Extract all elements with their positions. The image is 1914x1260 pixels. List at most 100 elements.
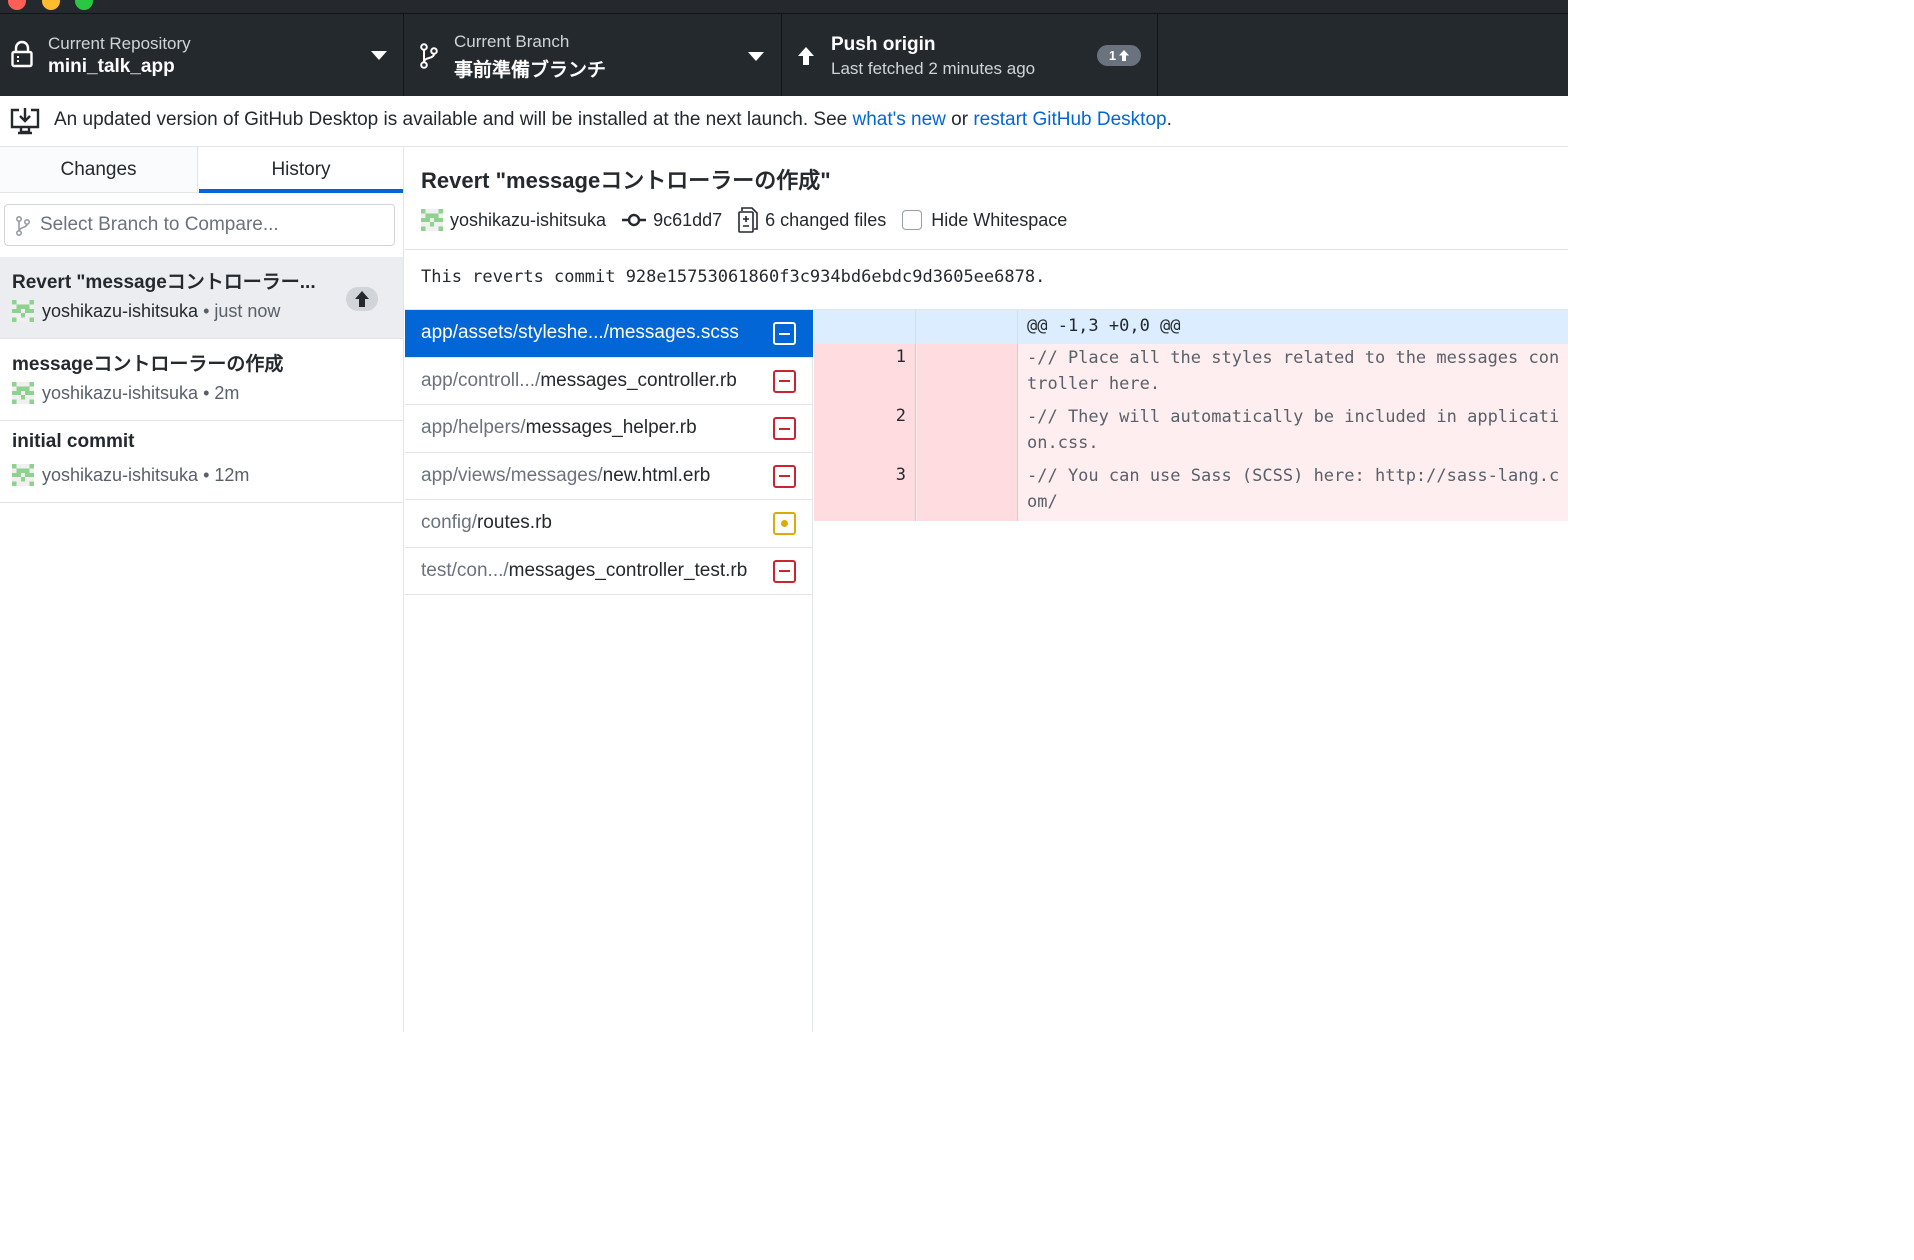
diff-icon bbox=[738, 207, 758, 233]
file-list-item[interactable]: app/controll.../messages_controller.rb bbox=[405, 358, 813, 405]
diff-line-number: 3 bbox=[895, 465, 906, 485]
file-name: routes.rb bbox=[476, 512, 552, 533]
push-origin-button[interactable]: Push origin Last fetched 2 minutes ago 1 bbox=[782, 14, 1158, 96]
file-list-item[interactable]: app/views/messages/new.html.erb bbox=[405, 453, 813, 500]
file-list-item[interactable]: app/helpers/messages_helper.rb bbox=[405, 405, 813, 453]
diff-viewer: @@ -1,3 +0,0 @@ 1 -// Place all the styl… bbox=[814, 310, 1568, 1032]
file-list-item[interactable]: test/con.../messages_controller_test.rb bbox=[405, 548, 813, 595]
diff-line-text: -// You can use Sass (SCSS) here: http:/… bbox=[1027, 466, 1560, 512]
banner-period: . bbox=[1166, 109, 1172, 130]
avatar-identicon bbox=[12, 300, 34, 322]
git-commit-icon bbox=[622, 213, 647, 227]
current-repository-dropdown[interactable]: Current Repository mini_talk_app bbox=[0, 14, 404, 96]
diff-gutter-new bbox=[917, 310, 1018, 344]
file-name: new.html.erb bbox=[602, 464, 711, 486]
file-path: app/controll.../messages_controller.rb bbox=[421, 370, 737, 392]
commit-list-item[interactable]: initial commit yoshikazu-ishitsuka • 12m bbox=[0, 421, 403, 503]
toolbar: Current Repository mini_talk_app Current… bbox=[0, 14, 1568, 96]
diff-line-text: -// Place all the styles related to the … bbox=[1027, 348, 1560, 394]
commit-summary: initial commit bbox=[12, 431, 135, 452]
branch-compare-box bbox=[4, 204, 395, 246]
update-banner-message: An updated version of GitHub Desktop is … bbox=[54, 109, 1172, 131]
arrow-up-icon bbox=[355, 291, 369, 307]
banner-text: An updated version of GitHub Desktop is … bbox=[54, 109, 853, 130]
commit-meta: yoshikazu-ishitsuka • 2m bbox=[12, 381, 239, 405]
window-titlebar bbox=[0, 0, 1568, 14]
avatar-identicon bbox=[421, 209, 443, 231]
tab-changes[interactable]: Changes bbox=[0, 147, 198, 193]
commit-description: This reverts commit 928e15753061860f3c93… bbox=[405, 250, 1568, 310]
push-title: Push origin bbox=[831, 34, 936, 55]
commit-author: yoshikazu-ishitsuka bbox=[42, 382, 199, 403]
file-path: app/helpers/messages_helper.rb bbox=[421, 417, 697, 439]
commit-title: Revert "messageコントローラーの作成" bbox=[421, 168, 831, 193]
diff-gutter-new bbox=[917, 344, 1018, 521]
diff-gutter-old bbox=[814, 344, 916, 521]
commit-list-item[interactable]: Revert "messageコントローラー... yoshikazu-ishi… bbox=[0, 257, 403, 339]
file-list-item[interactable]: config/routes.rb bbox=[405, 500, 813, 548]
hunk-header-text: @@ -1,3 +0,0 @@ bbox=[1027, 316, 1181, 336]
zoom-window-button[interactable] bbox=[75, 0, 93, 10]
diff-line-number: 2 bbox=[895, 406, 906, 426]
commit-sha: 9c61dd7 bbox=[653, 209, 723, 230]
restart-github-desktop-link[interactable]: restart GitHub Desktop bbox=[973, 109, 1166, 130]
sidebar: Changes History Revert "messageコントローラー..… bbox=[0, 147, 404, 1032]
branch-label: Current Branch bbox=[454, 32, 570, 51]
whats-new-link[interactable]: what's new bbox=[852, 109, 945, 130]
caret-down-icon bbox=[371, 51, 387, 60]
commit-list-item[interactable]: messageコントローラーの作成 yoshikazu-ishitsuka • … bbox=[0, 339, 403, 421]
diff-line-number: 1 bbox=[895, 347, 906, 367]
unpushed-indicator bbox=[346, 287, 378, 311]
hide-whitespace-label[interactable]: Hide Whitespace bbox=[931, 210, 1067, 231]
commit-description-text: This reverts commit 928e15753061860f3c93… bbox=[421, 267, 1046, 287]
file-dir: app/assets/styleshe.../ bbox=[421, 322, 609, 343]
commit-time: • just now bbox=[203, 300, 281, 321]
avatar-identicon bbox=[12, 382, 34, 404]
file-name: messages_helper.rb bbox=[525, 417, 697, 438]
arrow-up-icon bbox=[1119, 50, 1130, 61]
desktop-download-icon bbox=[10, 108, 40, 135]
diff-hunk-header[interactable]: @@ -1,3 +0,0 @@ bbox=[814, 310, 1568, 344]
git-branch-icon bbox=[16, 216, 30, 236]
commit-meta: yoshikazu-ishitsuka • just now bbox=[12, 299, 280, 323]
caret-down-icon bbox=[748, 52, 764, 61]
commit-summary-header: Revert "messageコントローラーの作成" yoshikazu-ish… bbox=[405, 147, 1568, 250]
changed-files-count: 6 changed files bbox=[765, 209, 887, 230]
update-banner: An updated version of GitHub Desktop is … bbox=[0, 96, 1568, 147]
commit-summary: messageコントローラーの作成 bbox=[12, 354, 284, 375]
commit-author: yoshikazu-ishitsuka bbox=[450, 209, 607, 230]
push-count-badge: 1 bbox=[1097, 45, 1141, 66]
file-dir: app/helpers/ bbox=[421, 417, 526, 438]
current-branch-dropdown[interactable]: Current Branch 事前準備ブランチ bbox=[404, 14, 782, 96]
sidebar-tabs: Changes History bbox=[0, 147, 403, 193]
file-deleted-icon bbox=[773, 559, 796, 583]
file-list-item[interactable]: app/assets/styleshe.../messages.scss bbox=[405, 310, 813, 358]
diff-deleted-block: 1 -// Place all the styles related to th… bbox=[814, 344, 1568, 521]
banner-or: or bbox=[945, 109, 974, 130]
file-deleted-icon bbox=[773, 464, 796, 488]
push-count: 1 bbox=[1108, 48, 1117, 63]
commit-author: yoshikazu-ishitsuka bbox=[42, 464, 199, 485]
file-dir: config/ bbox=[421, 512, 477, 533]
branch-name: 事前準備ブランチ bbox=[454, 60, 607, 81]
hide-whitespace-checkbox[interactable] bbox=[902, 210, 923, 230]
file-name: messages_controller_test.rb bbox=[508, 559, 748, 581]
minimize-window-button[interactable] bbox=[42, 0, 60, 10]
commit-summary: Revert "messageコントローラー... bbox=[12, 272, 316, 293]
commit-metadata: yoshikazu-ishitsuka 9c61dd7 6 changed fi… bbox=[421, 207, 1067, 233]
commit-author: yoshikazu-ishitsuka bbox=[42, 300, 199, 321]
commit-time: • 12m bbox=[203, 464, 250, 485]
git-branch-icon bbox=[420, 43, 438, 69]
file-path: app/views/messages/new.html.erb bbox=[421, 465, 710, 487]
file-dir: app/controll.../ bbox=[421, 369, 541, 391]
compare-branch-input[interactable] bbox=[40, 205, 380, 245]
arrow-up-icon bbox=[798, 47, 814, 65]
file-name: messages.scss bbox=[609, 322, 739, 343]
close-window-button[interactable] bbox=[8, 0, 26, 10]
active-tab-indicator bbox=[199, 189, 403, 193]
file-modified-icon bbox=[773, 512, 796, 535]
file-path: app/assets/styleshe.../messages.scss bbox=[421, 322, 739, 344]
file-path: test/con.../messages_controller_test.rb bbox=[421, 560, 747, 582]
commit-meta: yoshikazu-ishitsuka • 12m bbox=[12, 463, 249, 487]
tab-history[interactable]: History bbox=[199, 147, 403, 193]
